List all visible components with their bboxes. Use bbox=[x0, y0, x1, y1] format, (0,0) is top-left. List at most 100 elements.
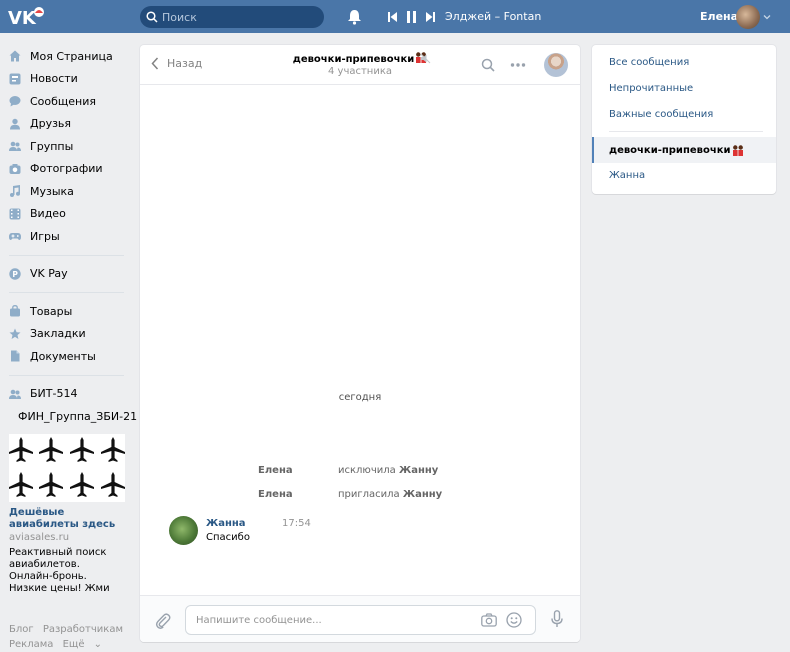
sidebar-item-label: Закладки bbox=[30, 327, 86, 341]
panel-divider bbox=[609, 131, 763, 132]
sidebar-item-label: Друзья bbox=[30, 117, 72, 131]
service-target[interactable]: Жанну bbox=[403, 489, 442, 500]
prev-track-icon[interactable] bbox=[388, 12, 397, 22]
sidebar-item-documents[interactable]: Документы bbox=[0, 345, 130, 368]
message-composer bbox=[140, 595, 580, 642]
sidebar-divider bbox=[9, 292, 124, 293]
two-women-emoji-icon bbox=[732, 144, 743, 156]
muted-icon bbox=[420, 53, 431, 64]
search-icon[interactable] bbox=[481, 58, 495, 72]
ad-domain: aviasales.ru bbox=[9, 531, 70, 543]
document-icon bbox=[11, 350, 20, 362]
back-label: Назад bbox=[167, 57, 203, 70]
service-action: исключила Жанну bbox=[338, 465, 439, 476]
back-button[interactable]: Назад bbox=[151, 57, 202, 70]
service-actor[interactable]: Елена bbox=[258, 465, 293, 476]
sidebar-item-label: Документы bbox=[30, 349, 96, 363]
airplanes-image bbox=[9, 436, 125, 497]
chat-avatar[interactable] bbox=[544, 53, 568, 77]
messages-icon bbox=[9, 96, 21, 107]
ad-title[interactable]: Дешёвые авиабилеты здесь bbox=[9, 507, 125, 531]
day-separator: сегодня bbox=[338, 392, 382, 403]
sidebar-item-games[interactable]: Игры bbox=[0, 225, 130, 248]
service-action: пригласила Жанну bbox=[338, 489, 443, 500]
sidebar-item-label: Музыка bbox=[30, 184, 74, 198]
user-avatar[interactable] bbox=[736, 5, 760, 29]
camera-icon bbox=[9, 163, 21, 174]
message-input[interactable] bbox=[196, 612, 466, 628]
footer-link-developers[interactable]: Разработчикам bbox=[43, 624, 123, 635]
message-avatar[interactable] bbox=[169, 516, 198, 545]
sidebar-item-vkpay[interactable]: P VK Pay bbox=[0, 263, 130, 286]
sidebar-item-label: Новости bbox=[30, 72, 78, 86]
filter-important[interactable]: Важные сообщения bbox=[592, 101, 776, 127]
sidebar-item-group-bit514[interactable]: БИТ-514 bbox=[0, 383, 130, 406]
ad-image[interactable] bbox=[9, 433, 125, 502]
message-time[interactable]: 17:54 bbox=[282, 518, 311, 529]
footer-link-more[interactable]: Ещё ⌄ bbox=[63, 639, 102, 650]
bag-icon bbox=[10, 305, 20, 317]
sidebar-item-label: VK Pay bbox=[30, 267, 68, 281]
chevron-down-icon[interactable] bbox=[763, 13, 771, 21]
chat-title[interactable]: девочки-припевочки bbox=[280, 52, 440, 65]
vk-logo[interactable]: VK bbox=[8, 6, 44, 28]
sidebar-item-label: Игры bbox=[30, 229, 60, 243]
sidebar-item-label: Моя Страница bbox=[30, 49, 113, 63]
svg-text:VK: VK bbox=[8, 8, 37, 28]
sidebar-divider bbox=[9, 374, 124, 376]
microphone-icon[interactable] bbox=[551, 610, 563, 628]
sidebar-item-goods[interactable]: Товары bbox=[0, 300, 130, 323]
top-bar: VK Элджей – Fontan Елена bbox=[0, 0, 790, 33]
filter-unread[interactable]: Непрочитанные bbox=[592, 75, 776, 101]
more-icon[interactable] bbox=[510, 62, 526, 68]
camera-icon[interactable] bbox=[481, 613, 497, 627]
sidebar-item-photos[interactable]: Фотографии bbox=[0, 158, 130, 181]
filter-all-messages[interactable]: Все сообщения bbox=[592, 49, 776, 75]
group-icon bbox=[9, 389, 21, 399]
pause-icon[interactable] bbox=[407, 11, 416, 23]
sidebar-item-messages[interactable]: Сообщения bbox=[0, 90, 130, 113]
sidebar-item-my-page[interactable]: Моя Страница bbox=[0, 45, 130, 68]
message-author[interactable]: Жанна bbox=[206, 518, 246, 529]
user-name[interactable]: Елена bbox=[700, 10, 738, 23]
sidebar-item-label: Видео bbox=[30, 207, 66, 221]
sidebar-divider bbox=[9, 254, 124, 256]
footer-more-label: Ещё bbox=[62, 639, 85, 650]
next-track-icon[interactable] bbox=[426, 12, 435, 22]
audio-player-controls bbox=[388, 10, 435, 24]
bell-icon[interactable] bbox=[347, 9, 362, 25]
service-actor[interactable]: Елена bbox=[258, 489, 293, 500]
service-target[interactable]: Жанну bbox=[399, 465, 438, 476]
sidebar-item-bookmarks[interactable]: Закладки bbox=[0, 323, 130, 346]
sidebar-item-group-fin[interactable]: ФИН_Группа_ЗБИ-21 bbox=[0, 405, 137, 428]
message-text: Спасибо bbox=[206, 532, 250, 543]
ad-text: Реактивный поиск авиабилетов. Онлайн-бро… bbox=[9, 546, 110, 594]
footer-link-ads[interactable]: Реклама bbox=[9, 639, 53, 650]
sidebar-item-friends[interactable]: Друзья bbox=[0, 113, 130, 136]
music-icon bbox=[10, 185, 20, 198]
chat-panel: Назад девочки-припевочки 4 участника сег… bbox=[140, 45, 580, 642]
sidebar-item-music[interactable]: Музыка bbox=[0, 180, 130, 203]
home-icon bbox=[9, 50, 21, 62]
dialog-item-active[interactable]: девочки-припевочки bbox=[592, 137, 776, 163]
games-icon bbox=[9, 233, 21, 241]
sidebar-item-news[interactable]: Новости bbox=[0, 68, 130, 91]
attach-icon[interactable] bbox=[155, 612, 171, 630]
friends-icon bbox=[10, 118, 20, 130]
search-icon bbox=[146, 11, 158, 23]
now-playing-track[interactable]: Элджей – Fontan bbox=[445, 10, 541, 23]
sidebar-item-label: Фотографии bbox=[30, 162, 103, 176]
chevron-left-icon bbox=[151, 57, 159, 70]
emoji-icon[interactable] bbox=[506, 612, 522, 628]
search-input[interactable] bbox=[162, 8, 312, 26]
sidebar-item-label: БИТ-514 bbox=[30, 387, 78, 401]
sidebar-item-label: ФИН_Группа_ЗБИ-21 bbox=[18, 409, 138, 423]
footer-link-blog[interactable]: Блог bbox=[9, 624, 34, 635]
dialog-item[interactable]: Жанна bbox=[592, 162, 776, 188]
search-box[interactable] bbox=[140, 6, 324, 28]
vkpay-icon: P bbox=[9, 268, 21, 280]
message-input-box[interactable] bbox=[185, 605, 536, 635]
sidebar-item-video[interactable]: Видео bbox=[0, 203, 130, 226]
sidebar-item-groups[interactable]: Группы bbox=[0, 135, 130, 158]
sidebar-item-label: Группы bbox=[30, 139, 74, 153]
